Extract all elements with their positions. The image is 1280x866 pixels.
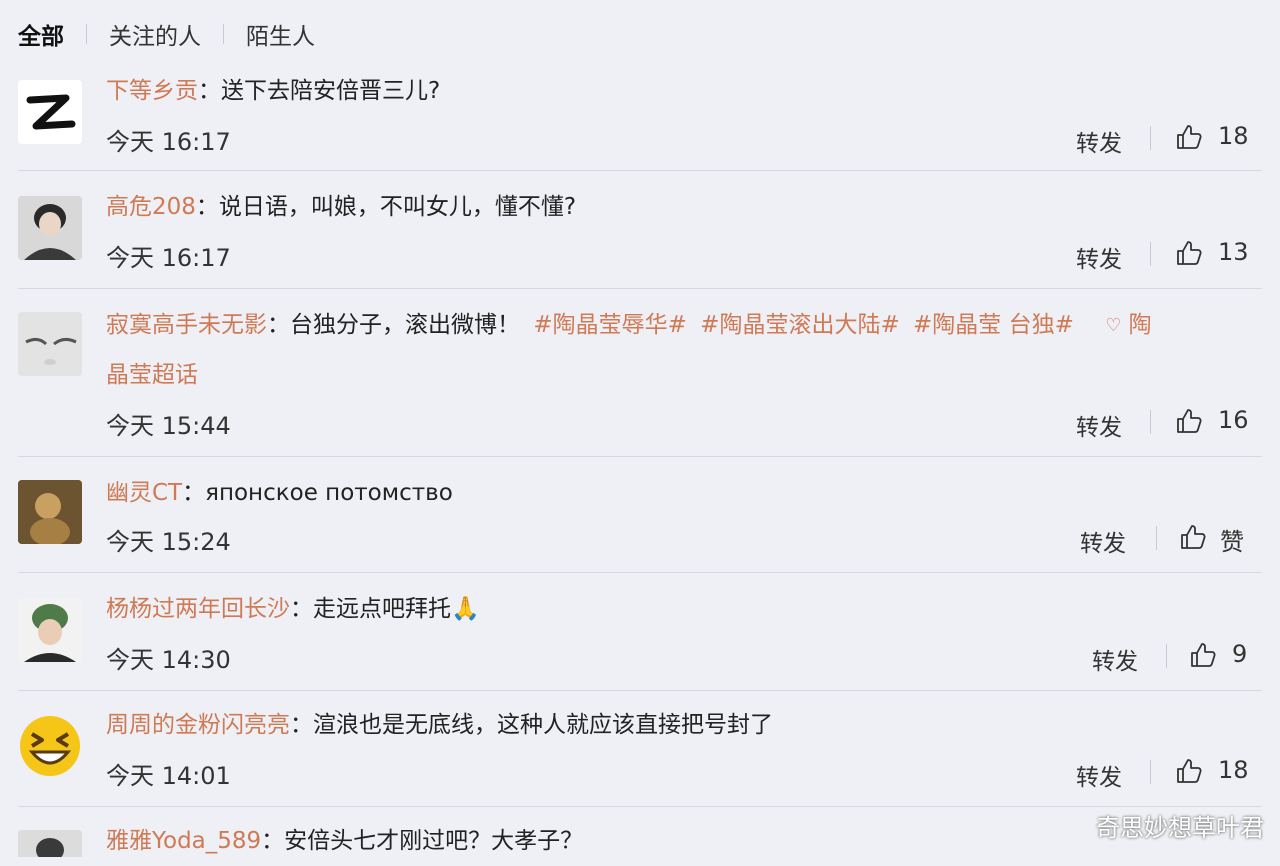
- repost-button[interactable]: 转发: [1092, 642, 1138, 676]
- repost-button[interactable]: 转发: [1080, 524, 1126, 558]
- thumbs-up-icon[interactable]: [1174, 122, 1204, 152]
- comment-text: 高危208：说日语，叫娘，不叫女儿，懂不懂?: [106, 194, 577, 220]
- avatar[interactable]: [18, 480, 82, 544]
- comment-time: 今天 14:01: [106, 762, 231, 790]
- thumbs-up-icon[interactable]: [1174, 406, 1204, 436]
- comment-body: 渲浪也是无底线，这种人就应该直接把号封了: [313, 712, 773, 738]
- laughing-emoji-icon: [20, 716, 80, 776]
- comment-time: 今天 16:17: [106, 128, 231, 156]
- action-divider: [1150, 242, 1151, 266]
- action-divider: [1150, 760, 1151, 784]
- thumbs-up-icon[interactable]: [1178, 522, 1208, 552]
- comment-author[interactable]: 下等乡贡: [106, 78, 198, 104]
- comment-text-continued: 晶莹超话: [106, 350, 1256, 400]
- comment-time: 今天 15:24: [106, 528, 231, 556]
- filter-tabs: 全部 关注的人 陌生人: [18, 16, 315, 52]
- z-logo-icon: [26, 94, 76, 130]
- comment-author[interactable]: 周周的金粉闪亮亮: [106, 712, 290, 738]
- comment-divider: [18, 288, 1262, 289]
- like-label[interactable]: 赞: [1220, 522, 1244, 557]
- comment-time: 今天 14:30: [106, 646, 231, 674]
- avatar[interactable]: [18, 196, 82, 260]
- user-photo-icon: [18, 480, 82, 544]
- comment-text: 雅雅Yoda_589：安倍头七才刚过吧？大孝子？: [106, 828, 584, 854]
- like-count: 13: [1218, 238, 1249, 266]
- thumbs-up-icon[interactable]: [1174, 238, 1204, 268]
- comment-body: 台独分子，滚出微博！: [290, 312, 520, 338]
- action-divider: [1150, 410, 1151, 434]
- tab-divider: [223, 24, 224, 44]
- comment-text: 周周的金粉闪亮亮：渲浪也是无底线，这种人就应该直接把号封了: [106, 712, 773, 738]
- comment-author[interactable]: 高危208: [106, 194, 196, 220]
- thumbs-up-icon[interactable]: [1188, 640, 1218, 670]
- tab-all[interactable]: 全部: [18, 17, 64, 51]
- action-divider: [1156, 526, 1157, 550]
- comment-text: 下等乡贡：送下去陪安倍晋三儿?: [106, 78, 441, 104]
- comment-author[interactable]: 雅雅Yoda_589: [106, 828, 261, 854]
- hashtag-link[interactable]: #陶晶莹辱华#: [533, 312, 687, 338]
- avatar[interactable]: [18, 312, 82, 376]
- supertopic-link[interactable]: 陶: [1129, 312, 1152, 338]
- repost-button[interactable]: 转发: [1076, 124, 1122, 158]
- comment-divider: [18, 806, 1262, 807]
- avatar[interactable]: [18, 80, 82, 144]
- user-photo-icon: [18, 196, 82, 260]
- comment-text: 幽灵CT：японское потомство: [106, 480, 453, 506]
- like-count: 16: [1218, 406, 1249, 434]
- like-count: 9: [1232, 640, 1248, 668]
- comment-text: 寂寞高手未无影：台独分子，滚出微博！ #陶晶莹辱华# #陶晶莹滚出大陆# #陶晶…: [106, 300, 1256, 351]
- user-photo-icon: [18, 830, 82, 857]
- like-count: 18: [1218, 122, 1249, 150]
- repost-button[interactable]: 转发: [1076, 408, 1122, 442]
- supertopic-link[interactable]: 晶莹超话: [106, 362, 198, 388]
- thumbs-up-icon[interactable]: [1174, 756, 1204, 786]
- tab-strangers[interactable]: 陌生人: [246, 17, 315, 51]
- avatar[interactable]: [18, 598, 82, 662]
- comment-body: 送下去陪安倍晋三儿?: [221, 78, 441, 104]
- comment-body: японское потомство: [205, 480, 453, 506]
- comment-body: 走远点吧拜托🙏: [313, 596, 480, 622]
- avatar[interactable]: [18, 830, 82, 857]
- hashtag-link[interactable]: #陶晶莹滚出大陆#: [700, 312, 900, 338]
- hashtag-link[interactable]: #陶晶莹 台独#: [913, 312, 1074, 338]
- supertopic-icon: ♡: [1105, 314, 1122, 336]
- comment-divider: [18, 690, 1262, 691]
- comment-body: 说日语，叫娘，不叫女儿，懂不懂?: [218, 194, 577, 220]
- like-count: 18: [1218, 756, 1249, 784]
- user-photo-icon: [18, 598, 82, 662]
- watermark: 奇思妙想草叶君: [1096, 814, 1264, 842]
- comment-author[interactable]: 幽灵CT: [106, 480, 182, 506]
- comment-author[interactable]: 寂寞高手未无影: [106, 312, 267, 338]
- comment-divider: [18, 170, 1262, 171]
- comment-divider: [18, 572, 1262, 573]
- avatar[interactable]: [18, 714, 82, 778]
- comment-author[interactable]: 杨杨过两年回长沙: [106, 596, 290, 622]
- comment-time: 今天 16:17: [106, 244, 231, 272]
- comment-body: 安倍头七才刚过吧？大孝子？: [284, 828, 584, 854]
- comment-divider: [18, 456, 1262, 457]
- repost-button[interactable]: 转发: [1076, 240, 1122, 274]
- user-photo-icon: [18, 312, 82, 376]
- tab-following[interactable]: 关注的人: [109, 17, 201, 51]
- action-divider: [1166, 644, 1167, 668]
- action-divider: [1150, 126, 1151, 150]
- comment-time: 今天 15:44: [106, 412, 231, 440]
- comment-text: 杨杨过两年回长沙：走远点吧拜托🙏: [106, 596, 480, 622]
- tab-divider: [86, 24, 87, 44]
- repost-button[interactable]: 转发: [1076, 758, 1122, 792]
